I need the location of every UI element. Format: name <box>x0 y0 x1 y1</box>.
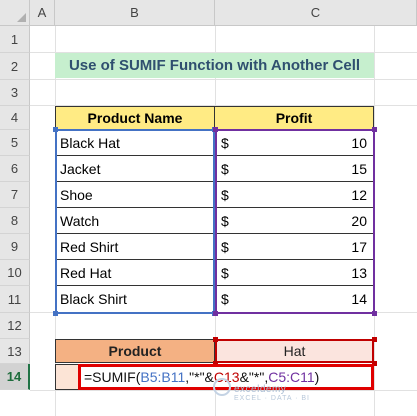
row-header-13[interactable]: 13 <box>0 339 30 364</box>
profit-cell[interactable]: $ 20 <box>215 208 374 234</box>
range-handle[interactable] <box>372 337 377 342</box>
currency-symbol: $ <box>221 238 229 255</box>
column-header-a[interactable]: A <box>30 0 55 26</box>
currency-symbol: $ <box>221 134 229 151</box>
row-header-6[interactable]: 6 <box>0 156 30 182</box>
formula-suffix: ) <box>314 369 320 385</box>
product-name-cell[interactable]: Black Hat <box>55 130 215 156</box>
profit-value: 17 <box>351 238 367 255</box>
sheet-title[interactable]: Use of SUMIF Function with Another Cell <box>55 53 374 78</box>
range-handle[interactable] <box>372 311 377 316</box>
profit-cell[interactable]: $ 14 <box>215 286 374 313</box>
row-header-9[interactable]: 9 <box>0 234 30 260</box>
formula-sum-range-ref: C5:C11 <box>268 369 315 385</box>
watermark-brand: exceldemy <box>234 384 287 395</box>
profit-cell[interactable]: $ 15 <box>215 156 374 182</box>
row-header-3[interactable]: 3 <box>0 80 30 106</box>
product-name-cell[interactable]: Red Shirt <box>55 234 215 260</box>
currency-symbol: $ <box>221 160 229 177</box>
currency-symbol: $ <box>221 291 229 307</box>
watermark-logo-icon <box>213 378 231 396</box>
row-header-2[interactable]: 2 <box>0 53 30 80</box>
product-name-cell[interactable]: Black Shirt <box>55 286 215 313</box>
criteria-label-cell[interactable]: Product <box>55 339 215 363</box>
row-header-11[interactable]: 11 <box>0 286 30 313</box>
profit-value: 10 <box>351 134 367 151</box>
profit-value: 20 <box>351 212 367 229</box>
range-handle[interactable] <box>372 127 377 132</box>
row-header-1[interactable]: 1 <box>0 26 30 53</box>
profit-cell[interactable]: $ 10 <box>215 130 374 156</box>
profit-value: 14 <box>351 291 367 307</box>
currency-symbol: $ <box>221 264 229 281</box>
range-handle[interactable] <box>53 127 58 132</box>
profit-value: 13 <box>351 264 367 281</box>
watermark-tagline: EXCEL · DATA · BI <box>234 395 310 402</box>
product-name-cell[interactable]: Shoe <box>55 182 215 208</box>
range-handle[interactable] <box>213 311 218 316</box>
formula-text: &"*", <box>239 369 269 385</box>
select-all-triangle-icon <box>17 13 26 22</box>
row-header-10[interactable]: 10 <box>0 260 30 286</box>
select-all-corner[interactable] <box>0 0 30 26</box>
row-header-12[interactable]: 12 <box>0 313 30 339</box>
row-header-8[interactable]: 8 <box>0 208 30 234</box>
row-header-7[interactable]: 7 <box>0 182 30 208</box>
gridline <box>374 26 375 416</box>
header-profit[interactable]: Profit <box>215 106 374 130</box>
formula-prefix: =SUMIF( <box>84 369 141 385</box>
row-header-14[interactable]: 14 <box>0 364 30 390</box>
row-header-4[interactable]: 4 <box>0 106 30 130</box>
currency-symbol: $ <box>221 186 229 203</box>
formula-text: ,"*"& <box>185 369 214 385</box>
row-header-5[interactable]: 5 <box>0 130 30 156</box>
profit-cell[interactable]: $ 17 <box>215 234 374 260</box>
range-handle[interactable] <box>53 311 58 316</box>
column-header-b[interactable]: B <box>55 0 215 26</box>
range-handle[interactable] <box>213 337 218 342</box>
product-name-cell[interactable]: Jacket <box>55 156 215 182</box>
formula-range-ref: B5:B11 <box>140 369 186 385</box>
profit-cell[interactable]: $ 12 <box>215 182 374 208</box>
profit-value: 15 <box>351 160 367 177</box>
criteria-value-cell[interactable]: Hat <box>215 339 374 363</box>
currency-symbol: $ <box>221 212 229 229</box>
range-handle[interactable] <box>213 127 218 132</box>
gridline <box>30 79 417 80</box>
header-product-name[interactable]: Product Name <box>55 106 215 130</box>
product-name-cell[interactable]: Red Hat <box>55 260 215 286</box>
profit-value: 12 <box>351 186 367 203</box>
product-name-cell[interactable]: Watch <box>55 208 215 234</box>
profit-cell[interactable]: $ 13 <box>215 260 374 286</box>
column-header-c[interactable]: C <box>215 0 417 26</box>
